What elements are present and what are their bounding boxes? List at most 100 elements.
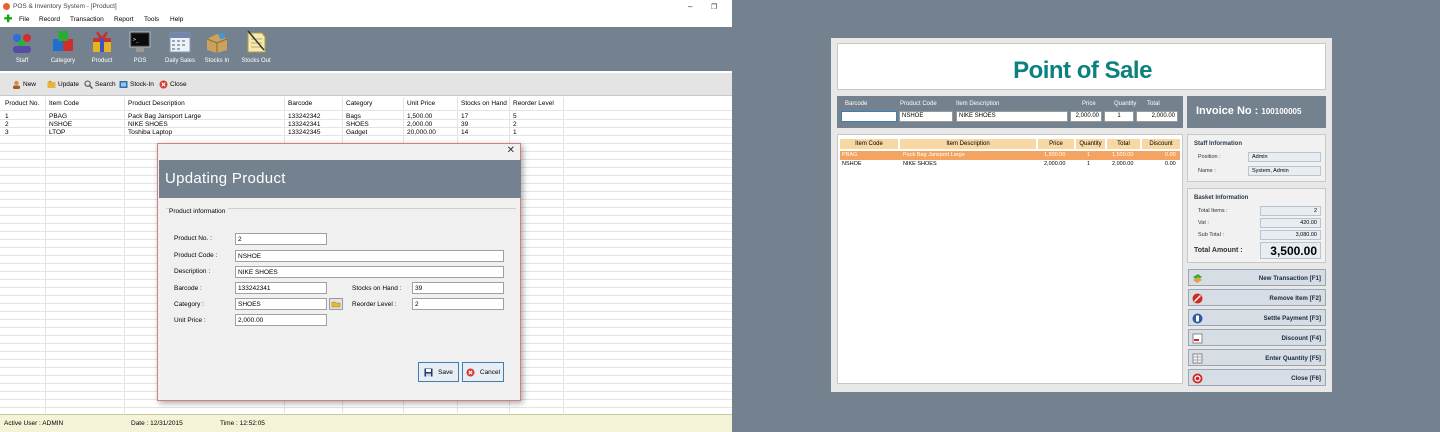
cart-cell[interactable]: 1,500.00 [1112, 152, 1133, 158]
cart-column-header[interactable]: Price [1038, 139, 1074, 149]
item-description-input[interactable]: NIKE SHOES [956, 111, 1068, 122]
table-cell[interactable]: 133242342 [288, 113, 321, 120]
cart-column-header[interactable]: Discount [1142, 139, 1180, 149]
item-description-label: Item Description [956, 101, 1000, 107]
menu-record[interactable]: Record [39, 16, 60, 23]
total-input[interactable]: 2,000.00 [1136, 111, 1178, 122]
remove-item-button[interactable]: Remove Item [F2] [1188, 289, 1326, 306]
cart-column-header[interactable]: Item Description [900, 139, 1036, 149]
ribbon-stocks-out-button[interactable]: Stocks Out [236, 29, 276, 69]
menu-transaction[interactable]: Transaction [70, 16, 104, 23]
column-header[interactable]: Barcode [288, 100, 312, 107]
product-code-input[interactable]: NSHOE [899, 111, 953, 122]
table-cell[interactable]: 133242345 [288, 129, 321, 136]
cart-column-header[interactable]: Item Code [840, 139, 898, 149]
cart-cell[interactable]: 2,000.00 [1044, 161, 1065, 167]
table-cell[interactable]: 39 [461, 121, 468, 128]
menu-help[interactable]: Help [170, 16, 183, 23]
table-cell[interactable]: 1 [513, 129, 517, 136]
cart-cell[interactable]: 1,500.00 [1044, 152, 1065, 158]
ribbon-label: Stocks In [204, 58, 230, 64]
cart-cell[interactable]: 2,000.00 [1112, 161, 1133, 167]
table-cell[interactable]: Bags [346, 113, 361, 120]
settle-payment-button[interactable]: Settle Payment [F3] [1188, 309, 1326, 326]
table-cell[interactable]: 133242341 [288, 121, 321, 128]
reorder-level-field[interactable]: 2 [412, 298, 504, 310]
column-header[interactable]: Item Code [49, 100, 79, 107]
table-cell[interactable]: Gadget [346, 129, 367, 136]
barcode-field[interactable]: 133242341 [235, 282, 327, 294]
table-cell[interactable]: 17 [461, 113, 468, 120]
ribbon-stocks-in-button[interactable]: Stocks In [197, 29, 237, 69]
cart-cell[interactable]: NSHOE [842, 161, 862, 167]
table-cell[interactable]: Toshiba Laptop [128, 129, 172, 136]
price-input[interactable]: 2,000.00 [1070, 111, 1102, 122]
table-cell[interactable]: NSHOE [49, 121, 72, 128]
table-cell[interactable]: 2 [513, 121, 517, 128]
description-field[interactable]: NIKE SHOES [235, 266, 504, 278]
quantity-input[interactable]: 1 [1104, 111, 1134, 122]
table-cell[interactable]: NIKE SHOES [128, 121, 168, 128]
column-header[interactable]: Reorder Level [513, 100, 554, 107]
table-cell[interactable]: 2 [5, 121, 9, 128]
cart-cell[interactable]: 0.00 [1165, 161, 1176, 167]
dialog-close-icon[interactable]: ✕ [507, 145, 515, 156]
restore-icon[interactable]: ❐ [711, 3, 717, 11]
update-button[interactable]: Update [47, 80, 79, 89]
menu-file[interactable]: File [19, 16, 29, 23]
close-button[interactable]: Close [159, 80, 187, 89]
stocks-on-hand-field[interactable]: 39 [412, 282, 504, 294]
cart-column-header[interactable]: Quantity [1076, 139, 1105, 149]
product-code-field[interactable]: NSHOE [235, 250, 504, 262]
table-cell[interactable]: LTOP [49, 129, 65, 136]
ribbon-category-button[interactable]: Category [43, 29, 83, 69]
unit-price-field[interactable]: 2,000.00 [235, 314, 327, 326]
cart-cell[interactable]: 1 [1087, 152, 1090, 158]
new-transaction-button[interactable]: New Transaction [F1] [1188, 269, 1326, 286]
table-cell[interactable]: 3 [5, 129, 9, 136]
barcode-input[interactable] [841, 111, 897, 122]
table-cell[interactable]: 1 [5, 113, 9, 120]
table-cell[interactable]: PBAG [49, 113, 67, 120]
cart-cell[interactable]: PBAG [842, 152, 857, 158]
ribbon-daily-sales-button[interactable]: Daily Sales [160, 29, 200, 69]
close-pos-button[interactable]: Close [F6] [1188, 369, 1326, 386]
remove-item-label: Remove Item [F2] [1269, 295, 1321, 302]
column-header[interactable]: Product No. [5, 100, 39, 107]
column-header[interactable]: Category [346, 100, 372, 107]
search-button[interactable]: Search [84, 80, 116, 89]
cart-column-header[interactable]: Total [1107, 139, 1140, 149]
table-cell[interactable]: Pack Bag Jansport Large [128, 113, 201, 120]
cancel-button[interactable]: Cancel [462, 362, 504, 382]
cart-cell[interactable]: NIKE SHOES [903, 161, 937, 167]
minimize-icon[interactable]: – [688, 2, 692, 11]
description-label: Description : [174, 268, 211, 275]
column-header[interactable]: Product Description [128, 100, 185, 107]
table-cell[interactable]: 20,000.00 [407, 129, 436, 136]
stock-in-button[interactable]: Stock-In [119, 80, 154, 89]
ribbon-product-button[interactable]: Product [82, 29, 122, 69]
column-header[interactable]: Unit Price [407, 100, 435, 107]
ribbon-staff-button[interactable]: Staff [2, 29, 42, 69]
column-header[interactable]: Stocks on Hand [461, 100, 507, 107]
table-cell[interactable]: 5 [513, 113, 517, 120]
table-cell[interactable]: 14 [461, 129, 468, 136]
cart-cell[interactable]: Pack Bag Jansport Large [903, 152, 965, 158]
table-cell[interactable]: SHOES [346, 121, 369, 128]
save-button[interactable]: Save [418, 362, 459, 382]
category-browse-button[interactable] [329, 298, 343, 310]
new-button[interactable]: New [12, 80, 36, 89]
ribbon-pos-button[interactable]: >_ POS [120, 29, 160, 69]
menu-tools[interactable]: Tools [144, 16, 159, 23]
cart-cell[interactable]: 1 [1087, 161, 1090, 167]
table-cell[interactable]: 2,000.00 [407, 121, 432, 128]
category-field[interactable]: SHOES [235, 298, 327, 310]
cancel-label: Cancel [479, 368, 501, 376]
cart-cell[interactable]: 0.00 [1165, 152, 1176, 158]
cart-grid[interactable]: Item Code Item Description Price Quantit… [837, 134, 1183, 384]
discount-button[interactable]: Discount [F4] [1188, 329, 1326, 346]
menu-report[interactable]: Report [114, 16, 134, 23]
product-no-field[interactable]: 2 [235, 233, 327, 245]
table-cell[interactable]: 1,500.00 [407, 113, 432, 120]
enter-quantity-button[interactable]: Enter Quantity [F5] [1188, 349, 1326, 366]
